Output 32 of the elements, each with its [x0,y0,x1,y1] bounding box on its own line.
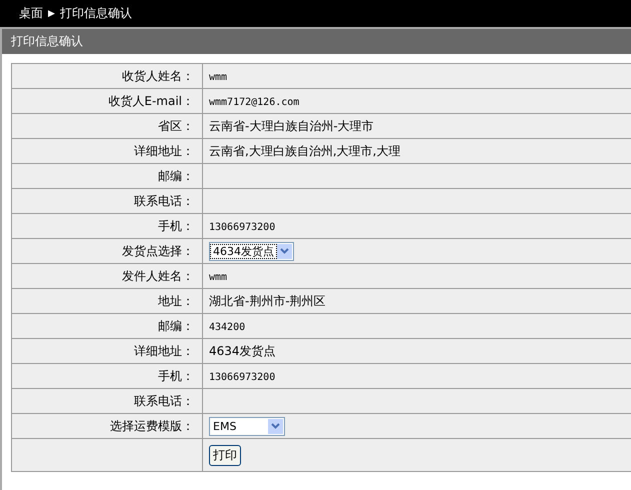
field-label: 联系电话： [12,188,202,214]
print-button[interactable]: 打印 [209,444,241,466]
field-label: 详细地址： [12,138,202,164]
field-label: 详细地址： [12,338,202,364]
field-label: 邮编： [12,314,202,338]
field-label: 邮编： [12,164,202,188]
field-label: 选择运费模版： [12,414,202,438]
value-text: wmm [209,72,228,83]
field-label: 联系电话： [12,388,202,414]
field-label: 手机： [12,214,202,238]
panel-title: 打印信息确认 [11,33,83,50]
breadcrumb-current: 打印信息确认 [60,5,132,22]
field-label: 收货人姓名： [12,64,202,88]
value-text: 云南省-大理白族自治州-大理市 [209,118,374,132]
dropdown[interactable]: EMS [209,416,285,436]
value-text: wmm [209,272,228,283]
value-text: 13066973200 [209,372,276,383]
field-label: 发件人姓名： [12,264,202,288]
value-text: 云南省,大理白族自治州,大理市,大理 [209,144,400,158]
value-text: 13066973200 [209,222,276,233]
value-text: 4634发货点 [209,344,276,358]
field-label: 手机： [12,364,202,388]
value-text: 湖北省-荆州市-荆州区 [209,294,326,308]
breadcrumb-separator: ▶ [48,8,55,18]
field-label: 省区： [12,114,202,138]
breadcrumb-home[interactable]: 桌面 [19,5,43,22]
value-text: 434200 [209,322,246,333]
field-label: 发货点选择： [12,238,202,264]
field-label: 地址： [12,288,202,314]
dropdown[interactable]: 4634发货点 [209,242,294,260]
value-text: wmm7172@126.com [209,97,300,108]
field-label: 收货人E-mail： [12,88,202,114]
